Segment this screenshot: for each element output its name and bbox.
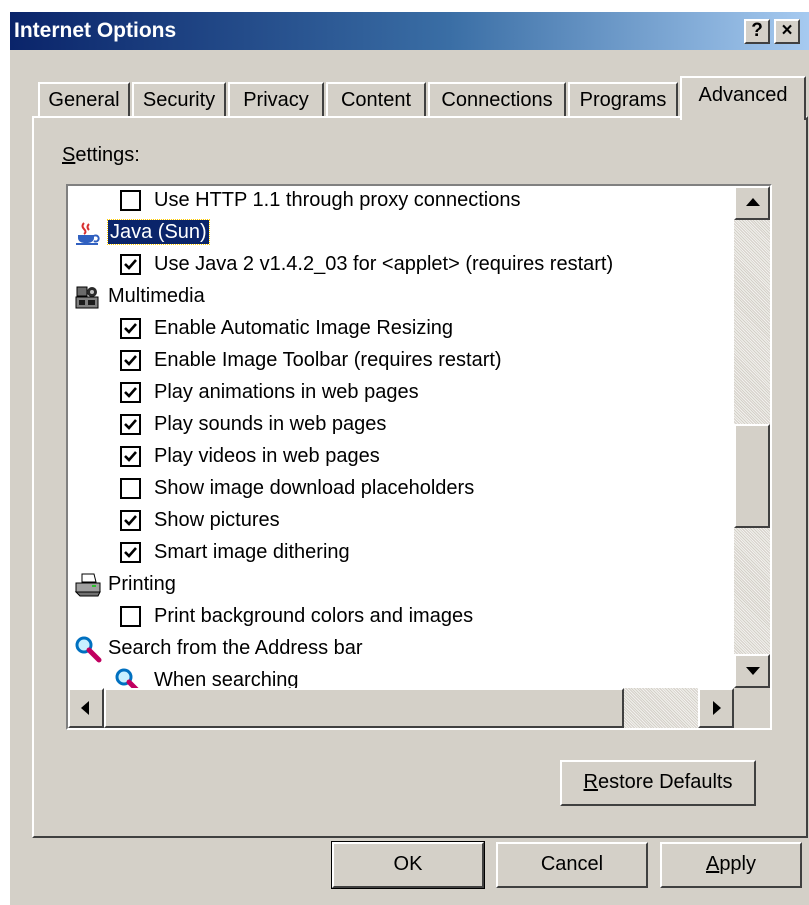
- setting-label: Show image download placeholders: [154, 477, 475, 499]
- window-title: Internet Options: [14, 19, 177, 42]
- title-bar[interactable]: Internet Options ? ×: [10, 12, 809, 50]
- tab-programs[interactable]: Programs: [568, 82, 678, 118]
- checkmark-icon: [124, 451, 137, 462]
- vertical-scrollbar[interactable]: [734, 186, 770, 688]
- setting-category-label: Printing: [108, 573, 176, 595]
- ok-button[interactable]: OK: [331, 841, 485, 889]
- setting-category-label: Java (Sun): [107, 219, 210, 245]
- checkmark-icon: [124, 515, 137, 526]
- settings-tree: Use HTTP 1.1 through proxy connections J…: [68, 186, 734, 688]
- arrow-left-icon: [81, 701, 89, 715]
- scroll-thumb-horizontal[interactable]: [104, 688, 624, 728]
- tab-advanced[interactable]: Advanced: [680, 76, 806, 120]
- tab-privacy[interactable]: Privacy: [228, 82, 324, 118]
- setting-label: Play videos in web pages: [154, 445, 380, 467]
- setting-category-label: Search from the Address bar: [108, 637, 363, 659]
- magnifier-icon: [75, 636, 102, 663]
- list-item[interactable]: Play sounds in web pages: [68, 408, 728, 440]
- setting-label: Play sounds in web pages: [154, 413, 387, 435]
- checkmark-icon: [124, 547, 137, 558]
- printer-icon: [74, 573, 101, 597]
- tab-strip: General Security Privacy Content Connect…: [38, 76, 808, 120]
- java-cup-icon: [76, 222, 100, 245]
- list-item[interactable]: Play videos in web pages: [68, 440, 728, 472]
- list-item[interactable]: Enable Automatic Image Resizing: [68, 312, 728, 344]
- arrow-down-icon: [746, 667, 760, 675]
- checkbox-checked[interactable]: [120, 350, 141, 371]
- advanced-panel: Settings: Use HTTP 1.1 through proxy con…: [32, 116, 808, 838]
- checkbox-unchecked[interactable]: [120, 606, 141, 627]
- list-item[interactable]: Search from the Address bar: [68, 632, 728, 664]
- checkbox-checked[interactable]: [120, 254, 141, 275]
- setting-label: Enable Image Toolbar (requires restart): [154, 349, 502, 371]
- list-item[interactable]: Multimedia: [68, 280, 728, 312]
- internet-options-window: Internet Options ? × General Security Pr…: [8, 10, 809, 905]
- checkmark-icon: [124, 355, 137, 366]
- checkbox-checked[interactable]: [120, 542, 141, 563]
- tab-connections[interactable]: Connections: [428, 82, 566, 118]
- magnifier-icon: [115, 668, 139, 688]
- checkmark-icon: [124, 323, 137, 334]
- checkbox-checked[interactable]: [120, 382, 141, 403]
- scroll-down-button[interactable]: [734, 654, 770, 688]
- list-item[interactable]: Enable Image Toolbar (requires restart): [68, 344, 728, 376]
- scrollbar-corner: [734, 688, 770, 728]
- restore-defaults-button[interactable]: Restore Defaults: [560, 760, 756, 806]
- setting-category-label: Multimedia: [108, 285, 205, 307]
- scroll-right-button[interactable]: [698, 688, 734, 728]
- settings-label: Settings:: [62, 144, 140, 166]
- scroll-up-button[interactable]: [734, 186, 770, 220]
- list-item[interactable]: Print background colors and images: [68, 600, 728, 632]
- list-item[interactable]: Use Java 2 v1.4.2_03 for <applet> (requi…: [68, 248, 728, 280]
- settings-list[interactable]: Use HTTP 1.1 through proxy connections J…: [66, 184, 772, 730]
- setting-label: Show pictures: [154, 509, 280, 531]
- help-button[interactable]: ?: [744, 19, 770, 44]
- setting-label: Smart image dithering: [154, 541, 350, 563]
- setting-label: Use HTTP 1.1 through proxy connections: [154, 189, 521, 211]
- horizontal-scrollbar[interactable]: [68, 688, 734, 728]
- setting-label: Enable Automatic Image Resizing: [154, 317, 454, 339]
- tab-general[interactable]: General: [38, 82, 130, 118]
- close-button[interactable]: ×: [774, 19, 800, 44]
- list-item[interactable]: Printing: [68, 568, 728, 600]
- list-item[interactable]: Show pictures: [68, 504, 728, 536]
- scroll-thumb[interactable]: [734, 424, 770, 528]
- arrow-up-icon: [746, 198, 760, 206]
- checkbox-checked[interactable]: [120, 446, 141, 467]
- list-item[interactable]: Show image download placeholders: [68, 472, 728, 504]
- list-item[interactable]: Use HTTP 1.1 through proxy connections: [68, 186, 728, 216]
- checkbox-checked[interactable]: [120, 510, 141, 531]
- list-item[interactable]: Smart image dithering: [68, 536, 728, 568]
- setting-label: Use Java 2 v1.4.2_03 for <applet> (requi…: [154, 253, 614, 275]
- checkmark-icon: [124, 387, 137, 398]
- list-item[interactable]: Play animations in web pages: [68, 376, 728, 408]
- checkbox-unchecked[interactable]: [120, 190, 141, 211]
- tab-content[interactable]: Content: [326, 82, 426, 118]
- checkmark-icon: [124, 419, 137, 430]
- checkbox-checked[interactable]: [120, 414, 141, 435]
- setting-label: Print background colors and images: [154, 605, 474, 627]
- scroll-left-button[interactable]: [68, 688, 104, 728]
- multimedia-icon: [75, 286, 99, 309]
- checkbox-unchecked[interactable]: [120, 478, 141, 499]
- tab-security[interactable]: Security: [132, 82, 226, 118]
- apply-button[interactable]: Apply: [660, 842, 802, 888]
- arrow-right-icon: [713, 701, 721, 715]
- checkmark-icon: [124, 259, 137, 270]
- setting-category-label: When searching: [154, 669, 299, 688]
- list-item[interactable]: When searching: [68, 664, 728, 688]
- cancel-button[interactable]: Cancel: [496, 842, 648, 888]
- list-item[interactable]: Java (Sun): [68, 216, 728, 248]
- setting-label: Play animations in web pages: [154, 381, 419, 403]
- checkbox-checked[interactable]: [120, 318, 141, 339]
